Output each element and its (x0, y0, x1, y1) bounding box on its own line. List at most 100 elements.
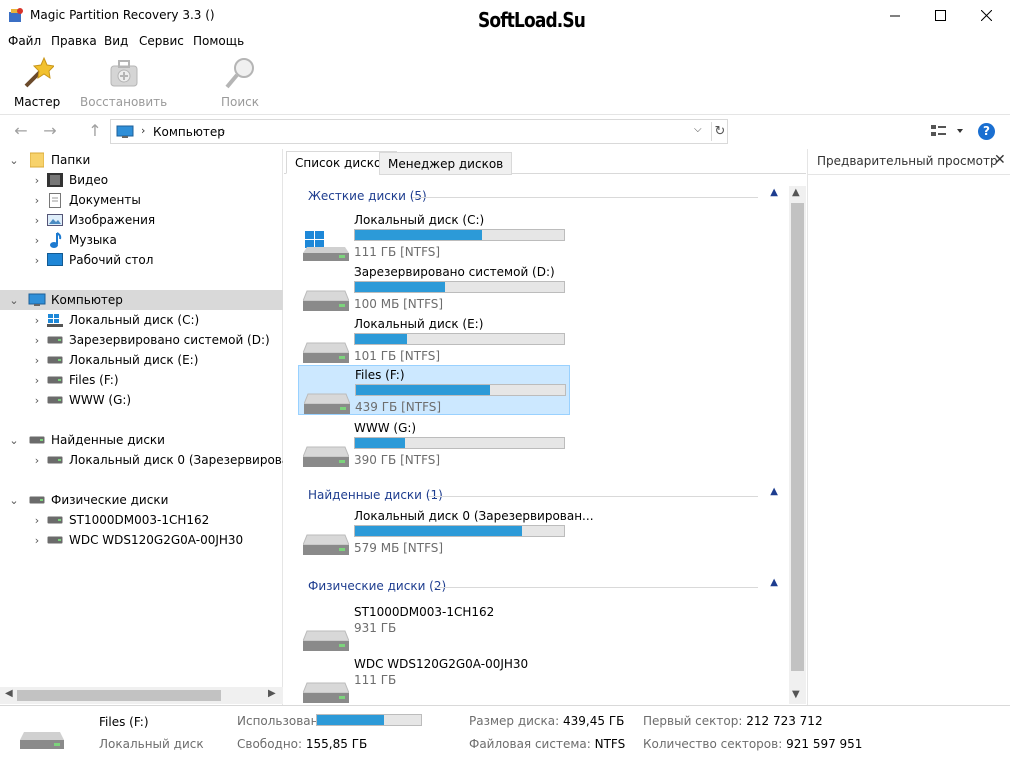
tree-item-video[interactable]: › Видео (0, 170, 283, 190)
document-icon (46, 192, 64, 208)
tree-horizontal-scrollbar[interactable]: ◀ ▶ (0, 687, 283, 704)
chevron-right-icon[interactable]: › (31, 514, 43, 527)
menu-help[interactable]: Помощь (193, 34, 244, 48)
chevron-right-icon[interactable]: › (31, 374, 43, 387)
address-bar[interactable]: › Компьютер › ⌵ ↻ (110, 119, 728, 144)
chevron-right-icon[interactable]: › (31, 354, 43, 367)
chevron-right-icon[interactable]: › (31, 214, 43, 227)
drive-icon (302, 439, 350, 472)
disk-item[interactable]: Локальный диск 0 (Зарезервирован... 579 М… (298, 507, 594, 557)
wizard-button[interactable]: Мастер (14, 55, 60, 109)
chevron-right-icon[interactable]: › (31, 174, 43, 187)
breadcrumb-computer[interactable]: Компьютер (153, 125, 225, 139)
scroll-left-icon[interactable]: ◀ (5, 688, 13, 699)
menu-view[interactable]: Вид (104, 34, 128, 48)
image-icon (46, 212, 64, 228)
disk-usage-bar (354, 229, 565, 241)
chevron-right-icon[interactable]: › (31, 334, 43, 347)
close-button[interactable] (963, 0, 1009, 31)
disk-item[interactable]: WWW (G:) 390 ГБ [NTFS] (298, 419, 570, 469)
disk-name: WDC WDS120G2G0A-00JH30 (354, 657, 529, 671)
menu-tools[interactable]: Сервис (139, 34, 184, 48)
status-bar: Files (F:) Локальный диск Использовано: … (0, 705, 1010, 761)
disk-name: Зарезервировано системой (D:) (354, 265, 555, 279)
chevron-right-icon[interactable]: › (31, 394, 43, 407)
section-hard-disks[interactable]: Жесткие диски (5) ▲ (308, 187, 778, 205)
minimize-button[interactable] (872, 0, 918, 31)
status-free: Свободно: 155,85 ГБ (237, 737, 368, 751)
scroll-right-icon[interactable]: ▶ (268, 688, 276, 699)
help-icon[interactable]: ? (978, 123, 995, 140)
restore-button[interactable]: Восстановить (80, 55, 167, 109)
tree-found-root[interactable]: ⌄ Найденные диски (0, 430, 283, 450)
search-button[interactable]: Поиск (221, 55, 259, 109)
maximize-button[interactable] (917, 0, 963, 31)
tree-item-disk-e[interactable]: › Локальный диск (E:) (0, 350, 283, 370)
status-used-bar (316, 714, 422, 726)
search-icon (222, 55, 258, 91)
close-icon[interactable]: ✕ (994, 152, 1006, 168)
chevron-right-icon[interactable]: › (31, 314, 43, 327)
tree-physical-root[interactable]: ⌄ Физические диски (0, 490, 283, 510)
disk-usage-bar (354, 525, 565, 537)
chevron-right-icon[interactable]: › (31, 234, 43, 247)
chevron-right-icon[interactable]: › (31, 534, 43, 547)
scrollbar-thumb[interactable] (17, 690, 221, 701)
refresh-icon[interactable]: ↻ (711, 122, 728, 141)
collapse-icon[interactable]: ▲ (770, 577, 778, 588)
tree-item-images[interactable]: › Изображения (0, 210, 283, 230)
disk-item[interactable]: ST1000DM003-1CH162 931 ГБ (298, 603, 570, 653)
menu-edit[interactable]: Правка (51, 34, 97, 48)
tree-item-physical-1[interactable]: › WDC WDS120G2G0A-00JH30 (0, 530, 283, 550)
tree-item-documents[interactable]: › Документы (0, 190, 283, 210)
tree-item-found-disk-0[interactable]: › Локальный диск 0 (Зарезервировано (0, 450, 283, 470)
collapse-icon[interactable]: ▲ (770, 187, 778, 198)
drive-icon (46, 332, 64, 348)
disk-item[interactable]: Локальный диск (C:) 111 ГБ [NTFS] (298, 211, 570, 261)
scroll-up-icon[interactable]: ▲ (792, 187, 800, 198)
chevron-down-icon[interactable]: ⌄ (8, 434, 20, 447)
disk-usage-fill (356, 385, 490, 395)
window-title: Magic Partition Recovery 3.3 () (30, 8, 215, 22)
disk-item[interactable]: Локальный диск (E:) 101 ГБ [NTFS] (298, 315, 570, 365)
disk-item[interactable]: WDC WDS120G2G0A-00JH30 111 ГБ (298, 655, 570, 705)
magic-wand-icon (19, 55, 55, 91)
tree-item-music[interactable]: › Музыка (0, 230, 283, 250)
scrollbar-thumb[interactable] (791, 203, 804, 671)
forward-arrow-icon[interactable]: → (41, 122, 59, 140)
tree-item-disk-d[interactable]: › Зарезервировано системой (D:) (0, 330, 283, 350)
tab-disk-manager[interactable]: Менеджер дисков (379, 152, 513, 175)
chevron-right-icon[interactable]: › (221, 124, 225, 137)
tree-item-disk-g[interactable]: › WWW (G:) (0, 390, 283, 410)
disk-list-vertical-scrollbar[interactable]: ▲ ▼ (789, 186, 806, 704)
collapse-icon[interactable]: ▲ (770, 486, 778, 497)
tree-item-disk-f[interactable]: › Files (F:) (0, 370, 283, 390)
scroll-down-icon[interactable]: ▼ (792, 689, 800, 700)
disk-item[interactable]: Files (F:) 439 ГБ [NTFS] (298, 365, 570, 415)
tab-strip: Список дисков Менеджер дисков (284, 149, 806, 175)
disk-usage-fill (355, 282, 445, 292)
chevron-down-icon[interactable]: ⌄ (8, 154, 20, 167)
view-mode-icon[interactable] (930, 124, 964, 141)
menu-file[interactable]: Файл (8, 34, 41, 48)
disk-item[interactable]: Зарезервировано системой (D:) 100 МБ [NTF… (298, 263, 570, 313)
back-arrow-icon[interactable]: ← (12, 122, 30, 140)
tree-computer-root[interactable]: ⌄ Компьютер (0, 290, 283, 310)
chevron-down-icon[interactable]: ⌄ (8, 294, 20, 307)
disk-info: 439 ГБ [NTFS] (355, 400, 442, 414)
chevron-down-icon[interactable]: ⌵ (694, 124, 702, 135)
chevron-down-icon[interactable]: ⌄ (8, 494, 20, 507)
tree-item-desktop[interactable]: › Рабочий стол (0, 250, 283, 270)
up-arrow-icon[interactable]: ↑ (86, 122, 104, 140)
chevron-right-icon[interactable]: › (31, 454, 43, 467)
chevron-right-icon[interactable]: › (31, 194, 43, 207)
drive-icon (46, 352, 64, 368)
section-physical-disks[interactable]: Физические диски (2) ▲ (308, 577, 778, 595)
drive-icon (46, 532, 64, 548)
chevron-right-icon[interactable]: › (31, 254, 43, 267)
tree-item-disk-c[interactable]: › Локальный диск (C:) (0, 310, 283, 330)
tree-item-physical-0[interactable]: › ST1000DM003-1CH162 (0, 510, 283, 530)
tree-folders-root[interactable]: ⌄ Папки (0, 150, 283, 170)
section-found-disks[interactable]: Найденные диски (1) ▲ (308, 486, 778, 504)
computer-icon (116, 125, 134, 142)
